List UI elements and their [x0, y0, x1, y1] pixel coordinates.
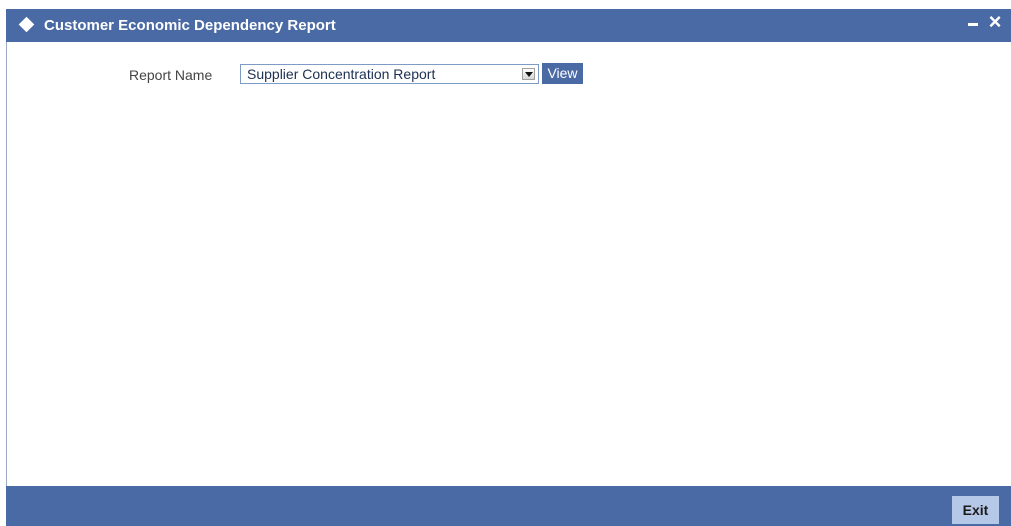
- close-button[interactable]: ×: [985, 10, 1005, 34]
- report-name-selected-value: Supplier Concentration Report: [247, 66, 436, 82]
- report-name-select[interactable]: Supplier Concentration Report: [240, 64, 539, 84]
- report-window: Customer Economic Dependency Report × Re…: [0, 0, 1011, 526]
- exit-button[interactable]: Exit: [952, 496, 999, 524]
- minimize-button[interactable]: [968, 23, 978, 26]
- window-footer: Exit: [6, 486, 1011, 526]
- window-title: Customer Economic Dependency Report: [44, 17, 336, 34]
- report-name-label: Report Name: [129, 67, 213, 83]
- window-titlebar: Customer Economic Dependency Report ×: [6, 9, 1011, 42]
- report-form-area: Report Name Supplier Concentration Repor…: [6, 42, 1011, 486]
- chevron-down-icon[interactable]: [522, 68, 535, 80]
- view-button[interactable]: View: [542, 63, 583, 84]
- diamond-icon: [18, 16, 35, 33]
